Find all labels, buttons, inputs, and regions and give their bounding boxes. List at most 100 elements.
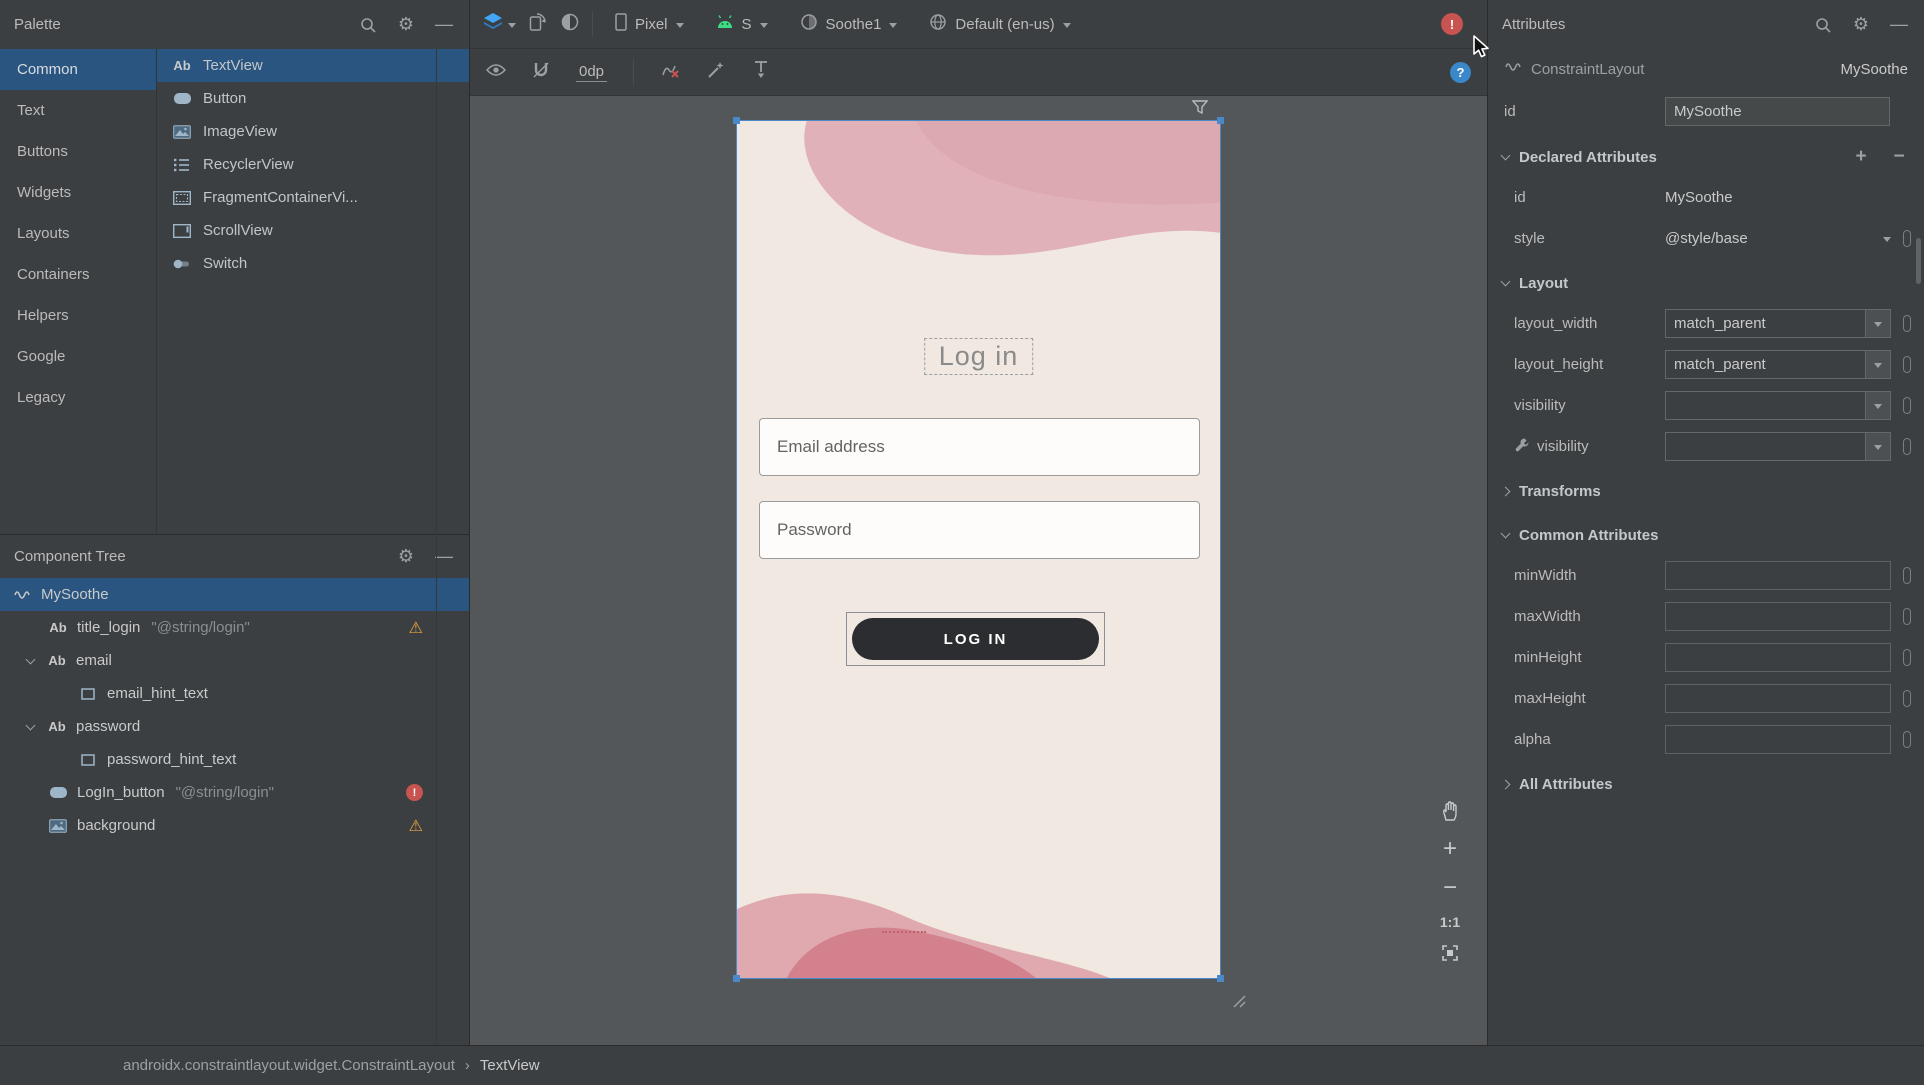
infer-constraints-button[interactable]: [706, 60, 726, 84]
add-attribute-button[interactable]: +: [1850, 146, 1872, 168]
device-selector[interactable]: Pixel: [605, 8, 694, 40]
palette-category-layouts[interactable]: Layouts: [0, 213, 156, 254]
locale-selector[interactable]: Default (en-us): [919, 8, 1080, 40]
collapse-chevron-icon[interactable]: [22, 720, 38, 730]
view-options-button[interactable]: [485, 63, 507, 81]
resource-picker-pill[interactable]: [1903, 731, 1911, 748]
dropdown-button[interactable]: [1865, 433, 1890, 460]
search-icon[interactable]: [1812, 14, 1834, 36]
theme-selector[interactable]: Soothe1: [790, 8, 908, 40]
palette-category-containers[interactable]: Containers: [0, 254, 156, 295]
breadcrumb-leaf[interactable]: TextView: [480, 1057, 540, 1074]
filter-funnel-icon[interactable]: [1191, 100, 1209, 118]
login-button[interactable]: LOG IN: [852, 618, 1099, 660]
palette-item-fragmentcontainerview[interactable]: FragmentContainerVi...: [157, 181, 469, 214]
resource-picker-pill[interactable]: [1903, 438, 1911, 455]
palette-item-scrollview[interactable]: ScrollView: [157, 214, 469, 247]
tree-item-email-hint-text[interactable]: email_hint_text: [0, 677, 469, 710]
palette-category-google[interactable]: Google: [0, 336, 156, 377]
zoom-in-button[interactable]: +: [1443, 837, 1457, 861]
visibility-combo[interactable]: [1665, 391, 1891, 420]
dropdown-button[interactable]: [1865, 310, 1890, 337]
help-icon[interactable]: ?: [1450, 61, 1471, 83]
palette-category-helpers[interactable]: Helpers: [0, 295, 156, 336]
hide-panel-icon[interactable]: —: [1888, 14, 1910, 36]
warning-icon[interactable]: ⚠: [409, 618, 423, 638]
search-icon[interactable]: [357, 14, 379, 36]
canvas-resize-handle[interactable]: [1230, 992, 1246, 1012]
section-declared-attributes[interactable]: Declared Attributes + −: [1488, 137, 1924, 177]
resource-picker-pill[interactable]: [1903, 315, 1911, 332]
palette-item-recyclerview[interactable]: RecyclerView: [157, 148, 469, 181]
clear-constraints-button[interactable]: [660, 61, 680, 83]
night-mode-selector[interactable]: [560, 12, 580, 36]
selection-handle[interactable]: [1217, 117, 1224, 124]
orientation-selector[interactable]: [528, 12, 548, 36]
tree-item-password-hint-text[interactable]: password_hint_text: [0, 743, 469, 776]
breadcrumb-root[interactable]: androidx.constraintlayout.widget.Constra…: [123, 1057, 455, 1074]
resource-picker-pill[interactable]: [1903, 567, 1911, 584]
default-margin-button[interactable]: 0dp: [576, 63, 608, 82]
layout-height-combo[interactable]: match_parent: [1665, 350, 1891, 379]
tree-item-background[interactable]: background ⚠: [0, 809, 469, 842]
design-surface-selector[interactable]: [482, 12, 516, 36]
gear-icon[interactable]: ⚙: [1850, 14, 1872, 36]
id-input[interactable]: [1665, 96, 1890, 126]
resource-picker-pill[interactable]: [1903, 230, 1911, 247]
remove-attribute-button[interactable]: −: [1888, 146, 1910, 168]
tree-item-login-button[interactable]: LogIn_button "@string/login" !: [0, 776, 469, 809]
alpha-input[interactable]: [1665, 725, 1891, 754]
attributes-scrollbar[interactable]: [1916, 238, 1921, 284]
section-transforms[interactable]: Transforms: [1488, 471, 1924, 511]
resource-picker-pill[interactable]: [1903, 356, 1911, 373]
device-preview[interactable]: Log in Email address Password LOG IN: [733, 117, 1224, 982]
error-count-badge[interactable]: !: [1441, 13, 1463, 35]
tree-item-title-login[interactable]: Ab title_login "@string/login" ⚠: [0, 611, 469, 644]
collapse-chevron-icon[interactable]: [22, 654, 38, 664]
maxheight-input[interactable]: [1665, 684, 1891, 713]
warning-icon[interactable]: ⚠: [409, 816, 423, 836]
palette-category-text[interactable]: Text: [0, 90, 156, 131]
dropdown-button[interactable]: [1865, 392, 1890, 419]
zoom-to-fit-icon[interactable]: [1441, 944, 1459, 962]
minheight-input[interactable]: [1665, 643, 1891, 672]
api-level-selector[interactable]: S: [706, 8, 778, 40]
dropdown-arrow-icon[interactable]: [1883, 237, 1891, 242]
palette-item-imageview[interactable]: ImageView: [157, 115, 469, 148]
tree-item-email[interactable]: Ab email: [0, 644, 469, 677]
autoconnect-toggle[interactable]: [532, 61, 550, 83]
resource-picker-pill[interactable]: [1903, 397, 1911, 414]
palette-item-textview[interactable]: Ab TextView: [157, 49, 469, 82]
selection-handle[interactable]: [733, 117, 740, 124]
error-icon[interactable]: !: [406, 784, 423, 801]
tree-item-mysoothe[interactable]: MySoothe: [0, 578, 469, 611]
tools-visibility-combo[interactable]: [1665, 432, 1891, 461]
resource-picker-pill[interactable]: [1903, 608, 1911, 625]
email-field[interactable]: Email address: [759, 418, 1200, 476]
section-layout[interactable]: Layout: [1488, 263, 1924, 303]
palette-category-widgets[interactable]: Widgets: [0, 172, 156, 213]
palette-item-switch[interactable]: Switch: [157, 247, 469, 280]
attribute-row-id[interactable]: id MySoothe: [1488, 177, 1924, 218]
gear-icon[interactable]: ⚙: [395, 14, 417, 36]
gear-icon[interactable]: ⚙: [395, 546, 417, 568]
login-title-textview[interactable]: Log in: [923, 338, 1034, 375]
maxwidth-input[interactable]: [1665, 602, 1891, 631]
attribute-row-style[interactable]: style @style/base: [1488, 218, 1924, 259]
palette-category-buttons[interactable]: Buttons: [0, 131, 156, 172]
section-all-attributes[interactable]: All Attributes: [1488, 764, 1924, 804]
layout-width-combo[interactable]: match_parent: [1665, 309, 1891, 338]
palette-item-button[interactable]: Button: [157, 82, 469, 115]
dropdown-button[interactable]: [1865, 351, 1890, 378]
selection-handle[interactable]: [733, 975, 740, 982]
zoom-actual-size-button[interactable]: 1:1: [1440, 915, 1460, 929]
pan-hand-icon[interactable]: [1439, 800, 1461, 822]
tree-item-password[interactable]: Ab password: [0, 710, 469, 743]
palette-category-common[interactable]: Common: [0, 49, 156, 90]
hide-panel-icon[interactable]: —: [433, 14, 455, 36]
selection-handle[interactable]: [1217, 975, 1224, 982]
minwidth-input[interactable]: [1665, 561, 1891, 590]
resource-picker-pill[interactable]: [1903, 649, 1911, 666]
section-common-attributes[interactable]: Common Attributes: [1488, 515, 1924, 555]
zoom-out-button[interactable]: −: [1443, 876, 1457, 900]
